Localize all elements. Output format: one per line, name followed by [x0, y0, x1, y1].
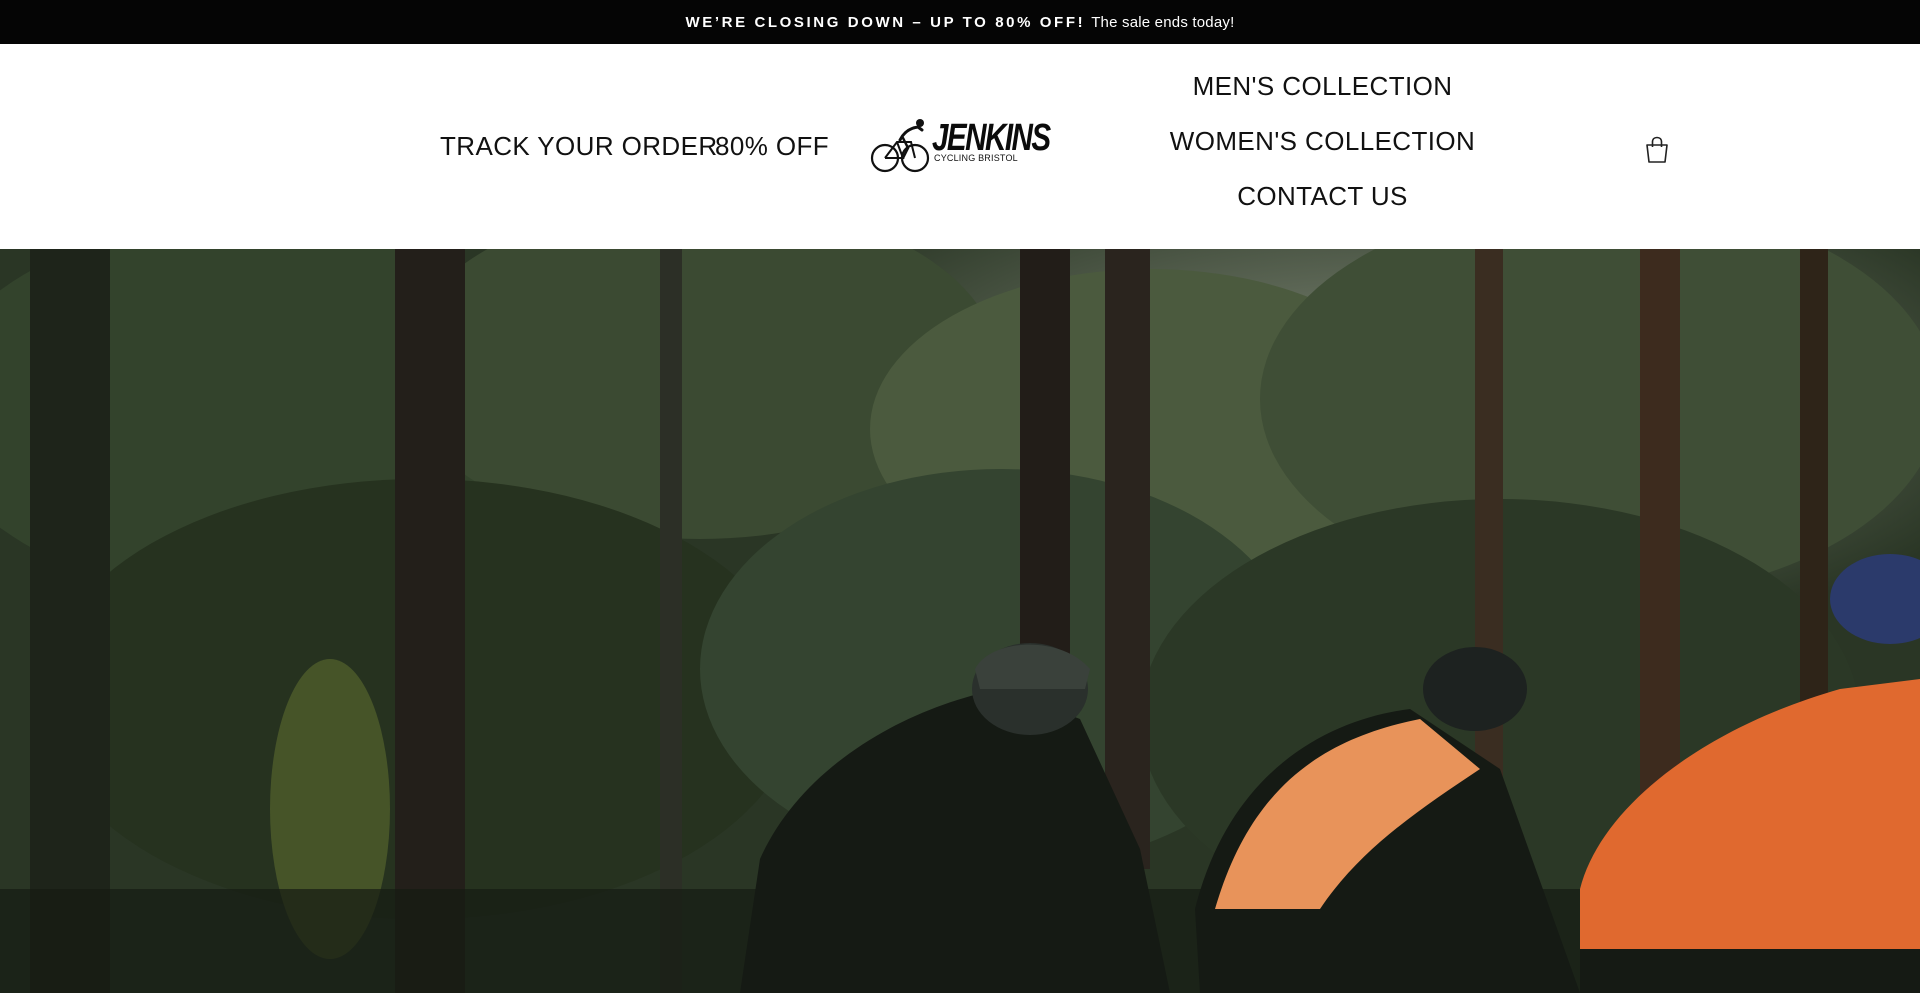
nav-mens-collection[interactable]: MEN'S COLLECTION [1193, 72, 1453, 101]
announcement-subtext: The sale ends today! [1091, 13, 1235, 31]
right-nav: MEN'S COLLECTION WOMEN'S COLLECTION CONT… [1150, 72, 1495, 211]
nav-contact-us[interactable]: CONTACT US [1237, 182, 1408, 211]
shopping-bag-icon [1646, 136, 1668, 163]
logo-wordmark: JENKINS [932, 117, 1051, 159]
announcement-bar: WE’RE CLOSING DOWN – UP TO 80% OFF! The … [0, 0, 1920, 44]
hero-banner [0, 249, 1920, 993]
site-logo[interactable]: JENKINS CYCLING BRISTOL [870, 118, 1051, 174]
nav-80-off[interactable]: 80% OFF [715, 131, 829, 162]
nav-womens-collection[interactable]: WOMEN'S COLLECTION [1170, 127, 1475, 156]
cyclist-icon [870, 119, 930, 173]
logo-text: JENKINS CYCLING BRISTOL [932, 118, 1051, 163]
hero-image [0, 249, 1920, 993]
announcement-headline: WE’RE CLOSING DOWN – UP TO 80% OFF! [685, 13, 1086, 31]
cart-button[interactable] [1644, 136, 1670, 164]
nav-track-order[interactable]: TRACK YOUR ORDER [440, 131, 718, 162]
site-header: TRACK YOUR ORDER 80% OFF JENKINS CYCLING… [0, 44, 1920, 249]
